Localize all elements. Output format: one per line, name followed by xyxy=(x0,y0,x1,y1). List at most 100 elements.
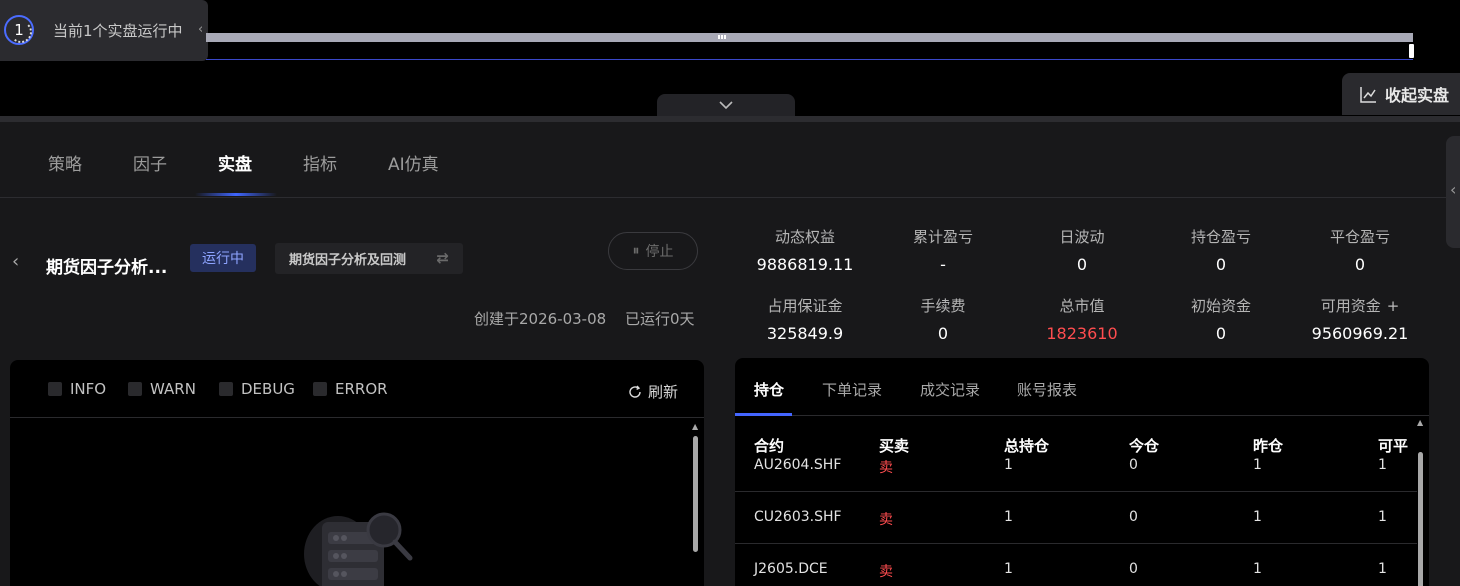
cell-side: 卖 xyxy=(879,460,893,476)
chevron-left-icon: ‹ xyxy=(1450,180,1457,199)
line-chart-icon xyxy=(1360,86,1376,103)
created-date: 创建于2026-03-08 xyxy=(474,310,607,328)
stat-close-pnl: 平仓盈亏 0 xyxy=(1285,226,1435,274)
cell-yesterday: 1 xyxy=(1253,561,1262,577)
running-count: 1 xyxy=(4,15,34,45)
positions-tabs: 持仓 下单记录 成交记录 账号报表 xyxy=(735,358,1429,416)
cell-closable: 1 xyxy=(1378,457,1387,473)
cell-today: 0 xyxy=(1129,509,1138,525)
chevron-down-icon xyxy=(719,101,733,110)
filter-info-checkbox[interactable]: INFO xyxy=(48,380,106,398)
stat-value: 0 xyxy=(1215,324,1227,343)
checkbox-box[interactable] xyxy=(48,382,62,396)
filter-label: WARN xyxy=(150,380,196,398)
side-expand-handle[interactable]: ‹ xyxy=(1446,136,1460,248)
stat-market-value: 总市值 1823610 xyxy=(1007,295,1157,343)
stat-label: 占用保证金 xyxy=(767,297,843,315)
positions-scrollbar[interactable]: ▲ xyxy=(1417,418,1424,586)
log-scrollbar[interactable]: ▲ xyxy=(692,422,699,586)
strategy-source-tag[interactable]: 期货因子分析及回测 ⇄ xyxy=(275,243,463,274)
status-badge: 运行中 xyxy=(190,244,256,272)
tab-positions[interactable]: 持仓 xyxy=(754,379,784,400)
stat-label: 持仓盈亏 xyxy=(1190,228,1251,246)
stat-value: 0 xyxy=(1354,255,1366,274)
table-row[interactable]: AU2604.SHF 卖 1 0 1 1 xyxy=(735,440,1417,492)
chevron-left-icon[interactable]: ‹ xyxy=(198,22,203,37)
stat-cumulative-pnl: 累计盈亏 - xyxy=(868,226,1018,274)
scroll-up-icon[interactable]: ▲ xyxy=(1417,418,1423,427)
running-text: 当前1个实盘运行中 xyxy=(53,22,183,40)
filter-label: ERROR xyxy=(335,380,388,398)
positions-panel: 持仓 下单记录 成交记录 账号报表 合约 买卖 总持仓 今仓 昨仓 可平 AU2… xyxy=(735,358,1429,586)
cell-closable: 1 xyxy=(1378,509,1387,525)
stop-label: 停止 xyxy=(645,244,674,260)
stat-initial-capital: 初始资金 0 xyxy=(1146,295,1296,343)
cell-contract: J2605.DCE xyxy=(754,561,828,577)
stat-value: 9886819.11 xyxy=(756,255,854,274)
filter-error-checkbox[interactable]: ERROR xyxy=(313,380,388,398)
checkbox-box[interactable] xyxy=(128,382,142,396)
checkbox-box[interactable] xyxy=(313,382,327,396)
stat-value: 9560969.21 xyxy=(1311,324,1409,343)
fold-live-button[interactable]: 收起实盘 xyxy=(1342,73,1460,115)
divider xyxy=(206,59,1413,60)
scroll-up-icon[interactable]: ▲ xyxy=(692,422,698,431)
active-tab-indicator xyxy=(195,193,277,196)
stat-label: 手续费 xyxy=(920,297,966,315)
stat-value: - xyxy=(940,255,946,274)
main-tabs: 策略 因子 实盘 指标 AI仿真 xyxy=(0,122,1460,198)
back-icon[interactable]: ‹ xyxy=(12,251,19,272)
collapse-panel-tab[interactable] xyxy=(657,94,795,116)
empty-data-icon xyxy=(304,512,413,586)
tab-trade-records[interactable]: 成交记录 xyxy=(920,379,980,400)
cell-closable: 1 xyxy=(1378,561,1387,577)
stop-button[interactable]: ⏸ 停止 xyxy=(608,232,698,270)
stat-value: 0 xyxy=(937,324,949,343)
stat-value: 0 xyxy=(1215,255,1227,274)
stat-label: 总市值 xyxy=(1059,297,1105,315)
stat-daily-volatility: 日波动 0 xyxy=(1007,226,1157,274)
strategy-name: 期货因子分析... xyxy=(46,258,168,278)
scroll-thumb[interactable] xyxy=(1418,452,1423,586)
tab-strategy[interactable]: 策略 xyxy=(48,150,82,175)
stat-label: 动态权益 xyxy=(774,228,835,246)
filter-label: DEBUG xyxy=(241,380,295,398)
refresh-icon xyxy=(629,385,641,398)
stat-position-pnl: 持仓盈亏 0 xyxy=(1146,226,1296,274)
cell-contract: CU2603.SHF xyxy=(754,509,842,525)
stat-value: 325849.9 xyxy=(766,324,844,343)
available-funds-label: 可用资金 xyxy=(1320,297,1381,315)
tab-ai-sim[interactable]: AI仿真 xyxy=(388,150,439,175)
resize-bar[interactable] xyxy=(206,33,1413,42)
tab-live[interactable]: 实盘 xyxy=(218,150,252,175)
table-row[interactable]: CU2603.SHF 卖 1 0 1 1 xyxy=(735,492,1417,544)
resize-handle[interactable] xyxy=(1409,44,1414,58)
tab-account-report[interactable]: 账号报表 xyxy=(1017,379,1077,400)
scroll-thumb[interactable] xyxy=(693,436,698,552)
tab-indicator[interactable]: 指标 xyxy=(303,150,337,175)
filter-warn-checkbox[interactable]: WARN xyxy=(128,380,196,398)
cell-total: 1 xyxy=(1004,457,1013,473)
stat-label: 初始资金 xyxy=(1190,297,1251,315)
add-funds-button[interactable]: + xyxy=(1387,297,1400,315)
filter-label: INFO xyxy=(70,380,107,398)
stat-margin: 占用保证金 325849.9 xyxy=(730,295,880,343)
filter-debug-checkbox[interactable]: DEBUG xyxy=(219,380,295,398)
cell-yesterday: 1 xyxy=(1253,509,1262,525)
refresh-button[interactable]: 刷新 xyxy=(628,381,678,402)
tab-factor[interactable]: 因子 xyxy=(133,150,167,175)
cell-today: 0 xyxy=(1129,561,1138,577)
tab-order-records[interactable]: 下单记录 xyxy=(822,379,882,400)
main-panel: 策略 因子 实盘 指标 AI仿真 ‹ ‹ 期货因子分析... 运行中 期货因子分… xyxy=(0,116,1460,586)
cell-today: 0 xyxy=(1129,457,1138,473)
log-filter-bar: INFO WARN DEBUG ERROR 刷新 xyxy=(10,360,704,418)
running-badge[interactable]: 1 当前1个实盘运行中 ‹ xyxy=(0,0,208,61)
swap-icon[interactable]: ⇄ xyxy=(436,249,449,267)
cell-yesterday: 1 xyxy=(1253,457,1262,473)
checkbox-box[interactable] xyxy=(219,382,233,396)
stat-label: 累计盈亏 xyxy=(912,228,973,246)
table-row[interactable]: J2605.DCE 卖 1 0 1 1 xyxy=(735,544,1417,586)
stat-value: 0 xyxy=(1076,255,1088,274)
pause-icon: ⏸ xyxy=(632,243,640,259)
cell-total: 1 xyxy=(1004,561,1013,577)
